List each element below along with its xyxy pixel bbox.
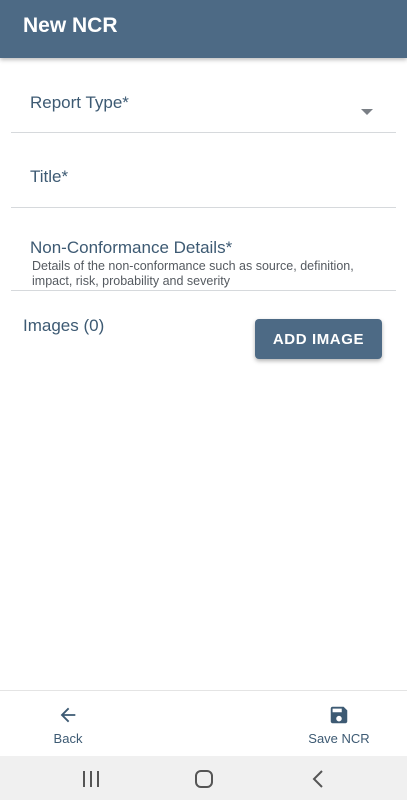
floppy-disk-icon: [330, 706, 348, 724]
report-type-label: Report Type*: [30, 93, 129, 112]
back-button[interactable]: Back: [40, 691, 96, 757]
title-label: Title*: [30, 167, 69, 186]
report-type-dropdown[interactable]: Report Type*: [11, 62, 396, 133]
arrow-left-icon: [60, 707, 76, 723]
images-count-label: Images (0): [23, 316, 105, 335]
details-field[interactable]: Non-Conformance Details* Details of the …: [11, 208, 396, 291]
app-bar: New NCR: [0, 0, 407, 58]
title-field[interactable]: Title*: [11, 133, 396, 208]
system-nav-bar: [0, 756, 407, 800]
save-ncr-button[interactable]: Save NCR: [300, 691, 378, 757]
bottom-action-bar: Back Save NCR: [0, 690, 407, 757]
details-label: Non-Conformance Details*: [30, 238, 233, 257]
details-hint: Details of the non-conformance such as s…: [32, 259, 354, 288]
recents-icon[interactable]: [80, 768, 102, 790]
page-title: New NCR: [23, 14, 118, 37]
save-ncr-label: Save NCR: [308, 731, 370, 746]
home-icon[interactable]: [193, 768, 215, 790]
back-label: Back: [53, 731, 83, 746]
dropdown-arrow-icon: [361, 109, 373, 115]
back-icon[interactable]: [308, 768, 330, 790]
add-image-button[interactable]: ADD IMAGE: [255, 319, 382, 359]
